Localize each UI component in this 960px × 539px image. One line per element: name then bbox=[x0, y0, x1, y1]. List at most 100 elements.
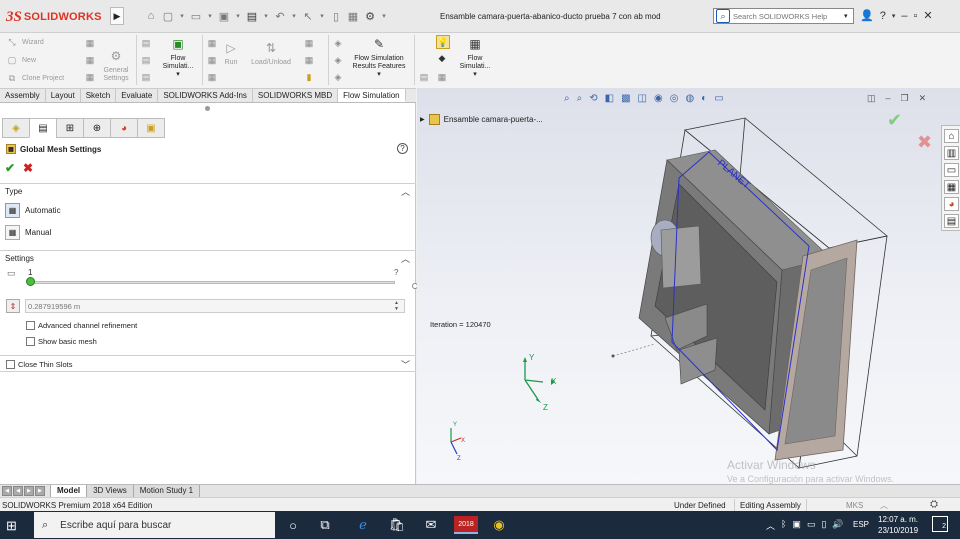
flow-simulation-button-2[interactable]: ▦ Flow Simulati... ▾ bbox=[454, 35, 496, 79]
chevron-down-icon[interactable]: ﹀ bbox=[401, 358, 410, 371]
toolbar-small-icon[interactable]: ◆ bbox=[436, 52, 448, 64]
close-thin-slots-header[interactable]: Close Thin Slots ﹀ bbox=[0, 355, 416, 371]
next-tab-icon[interactable]: ▶ bbox=[24, 486, 34, 496]
menu-expand-arrow[interactable]: ▶ bbox=[110, 7, 124, 25]
chevron-up-icon[interactable]: ︿ bbox=[766, 519, 775, 532]
minimize-icon[interactable]: – bbox=[901, 10, 907, 22]
clone-project-button[interactable]: ⧉ Clone Project bbox=[6, 69, 64, 87]
chevron-down-icon[interactable]: ▾ bbox=[176, 71, 180, 79]
feature-tree-tab-icon[interactable]: ◈ bbox=[2, 118, 30, 138]
home-icon[interactable]: ⌂ bbox=[144, 8, 158, 24]
toolbar-small-icon[interactable]: ▤ bbox=[140, 54, 152, 66]
close-thin-slots-checkbox[interactable] bbox=[6, 360, 15, 369]
wizard-button[interactable]: ⤡ Wizard bbox=[6, 33, 64, 51]
configuration-manager-tab-icon[interactable]: ⊞ bbox=[56, 118, 84, 138]
mail-icon[interactable]: ✉ bbox=[422, 516, 440, 534]
undo-icon[interactable]: ↶ bbox=[273, 8, 287, 24]
status-units[interactable]: MKS bbox=[846, 501, 863, 510]
toolbar-small-icon[interactable]: ▦ bbox=[206, 71, 218, 83]
lightbulb-icon[interactable]: 💡 bbox=[436, 35, 450, 49]
status-customize-icon[interactable]: ⛭ bbox=[930, 499, 938, 510]
solidworks-logo[interactable]: 3S SOLIDWORKS bbox=[6, 8, 102, 26]
view-palette-icon[interactable]: ▦ bbox=[944, 180, 959, 194]
battery-icon[interactable]: ▯ bbox=[821, 519, 826, 532]
solidworks-taskbar-icon[interactable]: 2018 bbox=[454, 516, 478, 534]
settings-group-header[interactable]: Settings ︿ bbox=[0, 250, 416, 264]
windows-start-icon[interactable]: ⊞ bbox=[6, 518, 17, 534]
minimum-gap-input[interactable] bbox=[25, 299, 405, 313]
open-folder-icon[interactable]: ▭ bbox=[189, 8, 203, 24]
flow-simulation-tab-icon[interactable]: ▣ bbox=[137, 118, 165, 138]
property-manager-tab-icon[interactable]: ▤ bbox=[29, 118, 57, 138]
dimxpert-tab-icon[interactable]: ⊕ bbox=[83, 118, 111, 138]
appearances-icon[interactable]: ◕ bbox=[944, 197, 959, 211]
chevron-down-icon[interactable]: ▾ bbox=[892, 12, 896, 20]
ok-check-button[interactable]: ✔ bbox=[5, 161, 15, 175]
notification-center-icon[interactable]: 2 bbox=[932, 516, 948, 532]
tab-flow-simulation[interactable]: Flow Simulation bbox=[338, 89, 406, 102]
toolbar-small-icon[interactable]: ◈ bbox=[332, 71, 344, 83]
show-basic-mesh-checkbox[interactable] bbox=[26, 337, 35, 346]
toolbar-small-icon[interactable]: ▤ bbox=[418, 71, 430, 83]
toolbar-small-icon[interactable]: ◈ bbox=[332, 54, 344, 66]
toolbar-small-icon[interactable]: ▦ bbox=[84, 54, 96, 66]
advanced-channel-checkbox-row[interactable]: Advanced channel refinement bbox=[26, 321, 137, 330]
type-manual-option[interactable]: ▦ Manual bbox=[5, 225, 51, 240]
clock[interactable]: 12:07 a. m. 23/10/2019 bbox=[878, 514, 918, 536]
restore-icon[interactable]: ▫ bbox=[913, 10, 917, 22]
file-properties-icon[interactable]: ▦ bbox=[346, 8, 360, 24]
load-unload-button[interactable]: ⇅ Load/Unload bbox=[246, 39, 296, 67]
help-question-icon[interactable]: ? bbox=[397, 143, 408, 154]
toolbar-small-icon[interactable]: ▦ bbox=[436, 71, 448, 83]
tab-layout[interactable]: Layout bbox=[46, 89, 81, 102]
advanced-channel-checkbox[interactable] bbox=[26, 321, 35, 330]
toolbar-small-icon[interactable]: ▦ bbox=[206, 54, 218, 66]
user-icon[interactable]: 👤 bbox=[860, 9, 874, 22]
cancel-x-button[interactable]: ✖ bbox=[23, 161, 33, 175]
chart-icon[interactable]: ▮ bbox=[303, 71, 315, 83]
first-tab-icon[interactable]: ◀ bbox=[2, 486, 12, 496]
chevron-down-icon[interactable]: ▾ bbox=[473, 71, 477, 79]
toolbar-small-icon[interactable]: ▦ bbox=[303, 37, 315, 49]
level-slider-track[interactable] bbox=[30, 281, 395, 284]
run-button[interactable]: ▷ Run bbox=[220, 39, 242, 67]
type-automatic-option[interactable]: ▦ Automatic bbox=[5, 203, 61, 218]
options-gear-icon[interactable]: ⚙ bbox=[363, 8, 377, 24]
tab-evaluate[interactable]: Evaluate bbox=[116, 89, 159, 102]
custom-properties-icon[interactable]: ▤ bbox=[944, 214, 959, 228]
chevron-down-icon[interactable]: ▾ bbox=[178, 8, 186, 24]
chevron-down-icon[interactable]: ▾ bbox=[380, 8, 388, 24]
edge-browser-icon[interactable]: ℯ bbox=[354, 516, 372, 534]
toolbar-small-icon[interactable]: ▦ bbox=[206, 37, 218, 49]
cortana-circle-icon[interactable]: ○ bbox=[284, 516, 302, 534]
chevron-down-icon[interactable]: ▾ bbox=[234, 8, 242, 24]
chevron-up-icon[interactable]: ︿ bbox=[880, 500, 888, 511]
panel-collapse-handle[interactable] bbox=[205, 106, 210, 111]
flow-simulation-button-1[interactable]: ▣ Flow Simulati... ▾ bbox=[156, 35, 200, 79]
task-view-icon[interactable]: ⧉ bbox=[316, 516, 334, 534]
toolbar-small-icon[interactable]: ▤ bbox=[140, 71, 152, 83]
bluetooth-icon[interactable]: ᛒ bbox=[781, 519, 786, 532]
toolbar-small-icon[interactable]: ◈ bbox=[332, 37, 344, 49]
new-document-icon[interactable]: ▢ bbox=[161, 8, 175, 24]
prev-tab-icon[interactable]: ◀ bbox=[13, 486, 23, 496]
results-features-button[interactable]: ✎ Flow Simulation Results Features ▾ bbox=[348, 35, 410, 79]
chevron-down-icon[interactable]: ▾ bbox=[262, 8, 270, 24]
tab-solidworks-mbd[interactable]: SOLIDWORKS MBD bbox=[253, 89, 339, 102]
app-tray-icon[interactable]: ▣ bbox=[792, 519, 801, 532]
tab-sketch[interactable]: Sketch bbox=[81, 89, 117, 102]
design-library-icon[interactable]: ▥ bbox=[944, 146, 959, 160]
chrome-browser-icon[interactable]: ◉ bbox=[490, 516, 508, 534]
close-icon[interactable]: ✕ bbox=[923, 9, 932, 22]
network-icon[interactable]: ▭ bbox=[807, 519, 816, 532]
store-bag-icon[interactable]: 🛍 bbox=[388, 516, 406, 534]
file-explorer-icon[interactable]: ▭ bbox=[944, 163, 959, 177]
chevron-down-icon[interactable]: ▾ bbox=[377, 71, 381, 79]
help-question-icon[interactable]: ? bbox=[880, 10, 886, 22]
toolbar-small-icon[interactable]: ▦ bbox=[84, 37, 96, 49]
gap-spinner[interactable]: ▲ ▼ bbox=[394, 300, 399, 312]
graphics-viewport[interactable]: ⌕ ⌕ ⟲ ◧ ▩ ◫ ◉ ◎ ◍ ◐ ▭ ◫ – ❐ ✕ ▶ Ensamble… bbox=[417, 88, 960, 484]
language-indicator[interactable]: ESP bbox=[853, 520, 869, 529]
level-slider-thumb[interactable] bbox=[26, 277, 35, 286]
print-icon[interactable]: ▤ bbox=[245, 8, 259, 24]
